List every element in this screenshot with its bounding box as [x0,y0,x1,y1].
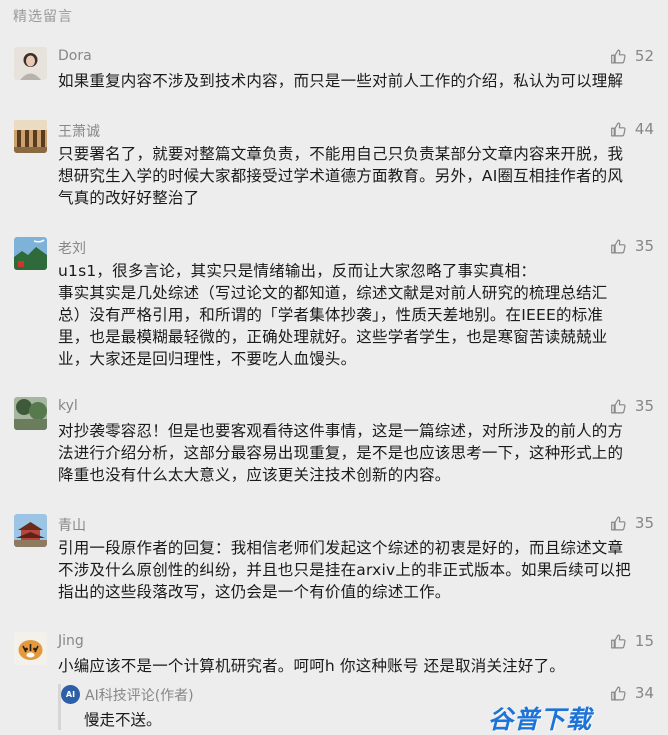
comment-item: Dora 52 如果重复内容不涉及到技术内容，而只是一些对前人工作的介绍，私认为… [0,47,668,95]
like-count: 34 [634,684,654,702]
thumbs-up-icon [611,634,626,648]
avatar[interactable] [14,397,47,430]
like-button[interactable]: 52 [610,47,654,65]
like-count: 52 [634,47,654,65]
comment-text: 引用一段原作者的回复：我相信老师们发起这个综述的初衷是好的，而且综述文章 不涉及… [58,539,631,601]
commenter-name[interactable]: Jing [58,633,84,649]
author-name[interactable]: AI科技评论(作者) [85,685,194,705]
commenter-name[interactable]: kyl [58,398,78,414]
like-button[interactable]: 15 [610,632,654,650]
like-button[interactable]: 35 [610,514,654,532]
like-button[interactable]: 34 [610,684,654,702]
like-count: 35 [634,514,654,532]
avatar[interactable] [14,632,47,665]
thumbs-up-icon [611,686,626,700]
like-button[interactable]: 44 [610,120,654,138]
like-count: 44 [634,120,654,138]
section-title: 精选留言 [13,9,73,25]
like-count: 35 [634,237,654,255]
like-count: 35 [634,397,654,415]
comment-text: 如果重复内容不涉及到技术内容，而只是一些对前人工作的介绍，私认为可以理解 [58,72,624,90]
comment-item: Jing 15 小编应该不是一个计算机研究者。呵呵h 你这种账号 还是取消关注好… [0,632,668,680]
avatar[interactable] [14,514,47,547]
like-button[interactable]: 35 [610,237,654,255]
avatar[interactable] [14,120,47,153]
thumbs-up-icon [611,516,626,530]
avatar[interactable] [14,237,47,270]
comment-text: 对抄袭零容忍！但是也要客观看待这件事情，这是一篇综述，对所涉及的前人的方 法进行… [58,422,624,484]
comment-text: 小编应该不是一个计算机研究者。呵呵h 你这种账号 还是取消关注好了。 [58,657,565,675]
thumbs-up-icon [611,399,626,413]
watermark-logo: 谷普下载 [488,705,593,734]
author-avatar[interactable]: AI [61,685,80,704]
like-button[interactable]: 35 [610,397,654,415]
comment-item: 老刘 35 u1s1，很多言论，其实只是情绪输出，反而让大家忽略了事实真相： 事… [0,237,668,372]
avatar[interactable] [14,47,47,80]
commenter-name[interactable]: 青山 [58,515,86,535]
thumbs-up-icon [611,49,626,63]
reply-text: 慢走不送。 [84,711,162,729]
thumbs-up-icon [611,239,626,253]
comment-text: u1s1，很多言论，其实只是情绪输出，反而让大家忽略了事实真相： 事实其实是几处… [58,262,608,368]
thumbs-up-icon [611,122,626,136]
commenter-name[interactable]: Dora [58,48,92,64]
comment-item: 王萧诚 44 只要署名了，就要对整篇文章负责，不能用自己只负责某部分文章内容来开… [0,120,668,210]
comment-item: kyl 35 对抄袭零容忍！但是也要客观看待这件事情，这是一篇综述，对所涉及的前… [0,397,668,487]
like-count: 15 [634,632,654,650]
commenter-name[interactable]: 老刘 [58,238,86,258]
comment-text: 只要署名了，就要对整篇文章负责，不能用自己只负责某部分文章内容来开脱，我 想研究… [58,145,624,207]
comment-item: 青山 35 引用一段原作者的回复：我相信老师们发起这个综述的初衷是好的，而且综述… [0,514,668,604]
commenter-name[interactable]: 王萧诚 [58,121,100,141]
